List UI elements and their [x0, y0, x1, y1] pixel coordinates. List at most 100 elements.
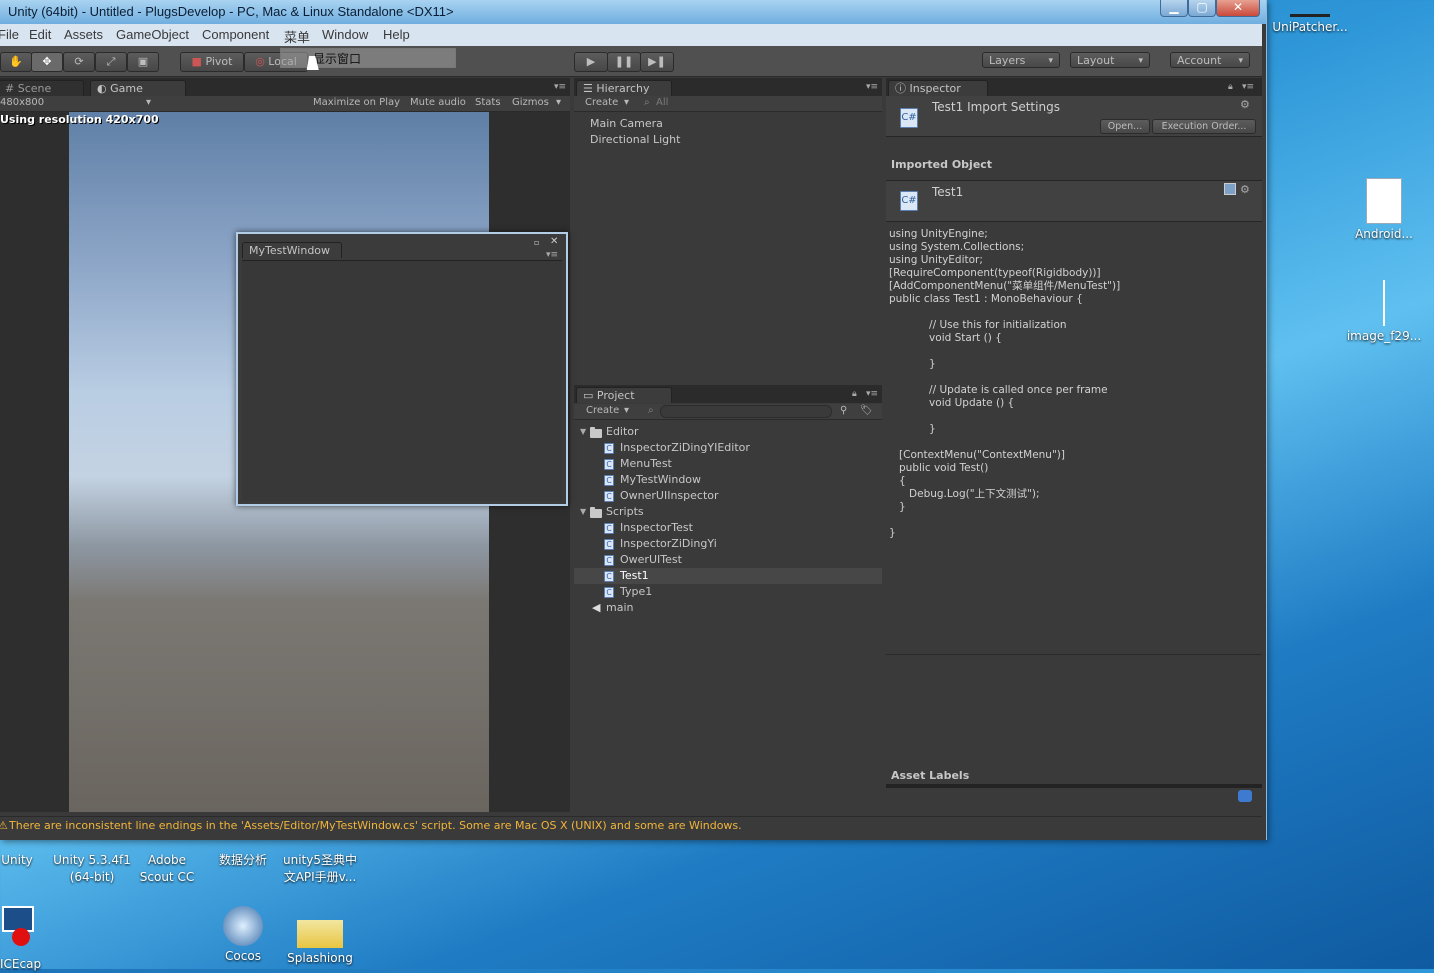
folder-icon	[590, 427, 602, 438]
step-button[interactable]: ▶❚	[640, 52, 674, 72]
stats-toggle[interactable]: Stats	[475, 97, 501, 108]
rect-tool[interactable]: ▣	[127, 52, 159, 72]
inspector-lock-icon[interactable]: 🔒︎	[1228, 82, 1233, 92]
desktop-icon-cocos[interactable]: Cocos	[214, 906, 272, 965]
hierarchy-search-input[interactable]: All	[656, 97, 856, 108]
mute-audio-toggle[interactable]: Mute audio	[410, 97, 466, 108]
desktop-icon-image[interactable]: image_f29...	[1342, 280, 1426, 345]
hierarchy-menu-icon[interactable]: ▾≡	[866, 82, 878, 92]
imported-object-name: Test1	[932, 185, 964, 199]
inspector-menu-icon[interactable]: ▾≡	[1242, 82, 1254, 92]
filter-by-label-icon[interactable]: 🏷︎	[860, 405, 873, 416]
panel-menu-icon[interactable]: ▾≡	[554, 82, 566, 92]
project-toolbar: Create ▾ ⌕ ⚲ 🏷︎	[574, 404, 882, 420]
layout-dropdown[interactable]: Layout	[1070, 52, 1150, 69]
menu-component[interactable]: Component	[202, 27, 269, 42]
desktop-icon-data-analysis[interactable]: 数据分析	[210, 852, 276, 869]
tab-hierarchy[interactable]: ☰ Hierarchy	[576, 80, 672, 96]
settings-gear-icon[interactable]: ⚙	[1240, 98, 1250, 111]
maximize-on-play-toggle[interactable]: Maximize on Play	[313, 97, 400, 108]
hierarchy-list: Main Camera Directional Light	[574, 116, 882, 382]
unity-scene-icon: ◀	[592, 601, 601, 614]
tab-project[interactable]: ▭ Project	[576, 387, 672, 403]
open-button[interactable]: Open...	[1100, 119, 1150, 134]
hierarchy-item-main-camera[interactable]: Main Camera	[590, 116, 663, 132]
maximize-button[interactable]: ▢	[1188, 0, 1216, 17]
cocos-icon	[223, 906, 263, 946]
window-menu-icon[interactable]: ▾≡	[546, 250, 558, 260]
csharp-script-icon: C	[604, 459, 614, 470]
menu-window[interactable]: Window	[322, 27, 368, 42]
menu-custom[interactable]: 菜单	[284, 27, 310, 46]
move-tool[interactable]: ✥	[31, 52, 63, 72]
aspect-dropdown[interactable]: 480x800	[0, 97, 44, 108]
rotate-tool[interactable]: ⟳	[63, 52, 95, 72]
hierarchy-create-dropdown[interactable]: Create	[585, 97, 618, 108]
record-dot-icon	[12, 928, 30, 946]
menu-gameobject[interactable]: GameObject	[116, 27, 189, 42]
desktop-icon-unity534[interactable]: Unity 5.3.4f1 (64-bit)	[52, 852, 132, 886]
imported-object-header: Imported Object	[891, 158, 993, 171]
folder-scripts[interactable]: ▼ Scripts	[580, 504, 880, 520]
project-search-input[interactable]	[660, 405, 832, 418]
scene-icon: #	[5, 82, 15, 95]
project-create-dropdown[interactable]: Create	[586, 405, 619, 416]
desktop-icon-icecap[interactable]: ICEcap	[0, 906, 44, 971]
menu-file[interactable]: File	[0, 27, 19, 42]
main-toolbar: ✋ ✥ ⟳ ⤢ ▣ ■ Pivot ◎ Local 显示窗口 ▶ ❚❚ ▶❚ L…	[0, 46, 1262, 77]
desktop-icon-unity-api[interactable]: unity5圣典中 文API手册v...	[278, 852, 362, 886]
tab-game[interactable]: ◐ Game	[90, 80, 186, 96]
desktop-icon-unity[interactable]: Unity	[0, 852, 34, 869]
title-bar[interactable]: Unity (64bit) - Untitled - PlugsDevelop …	[0, 0, 1266, 24]
account-dropdown[interactable]: Account	[1170, 52, 1250, 69]
project-item-selected[interactable]: C Test1	[574, 568, 882, 584]
floating-window[interactable]: MyTestWindow ▫ ✕ ▾≡	[236, 232, 568, 506]
pivot-toggle[interactable]: ■ Pivot	[180, 52, 244, 72]
game-icon: ◐	[97, 82, 107, 95]
project-menu-icon[interactable]: ▾≡	[866, 389, 878, 399]
csharp-script-icon: C	[604, 443, 614, 454]
project-create-chevron-icon: ▾	[624, 405, 630, 416]
project-lock-icon[interactable]: 🔒︎	[852, 389, 857, 399]
pause-button[interactable]: ❚❚	[607, 52, 641, 72]
menu-edit[interactable]: Edit	[29, 27, 51, 42]
asset-label-tag-icon[interactable]	[1238, 790, 1252, 802]
play-button[interactable]: ▶	[574, 52, 608, 72]
maximize-window-icon[interactable]: ▫	[534, 238, 539, 247]
aspect-chevron-icon: ▾	[146, 97, 152, 108]
status-warning-text: There are inconsistent line endings in t…	[9, 819, 742, 832]
hierarchy-item-directional-light[interactable]: Directional Light	[590, 132, 680, 148]
hand-tool[interactable]: ✋	[0, 52, 32, 72]
minimize-button[interactable]: ▁	[1160, 0, 1188, 17]
menu-assets[interactable]: Assets	[64, 27, 103, 42]
object-gear-icon[interactable]: ⚙	[1240, 183, 1250, 196]
import-settings-title: Test1 Import Settings	[932, 100, 1060, 114]
csharp-script-icon: C	[604, 571, 614, 582]
desktop-icon-splash[interactable]: Splashiong	[284, 906, 356, 967]
folder-icon	[590, 507, 602, 518]
csharp-script-icon: C	[604, 587, 614, 598]
menu-help[interactable]: Help	[383, 27, 410, 42]
filter-by-type-icon[interactable]: ⚲	[840, 405, 847, 416]
splash-icon	[297, 920, 343, 948]
folder-editor[interactable]: ▼ Editor	[580, 424, 880, 440]
scale-tool[interactable]: ⤢	[95, 52, 127, 72]
desktop-icon-android[interactable]: Android...	[1346, 178, 1422, 243]
layers-dropdown[interactable]: Layers	[982, 52, 1060, 69]
close-window-icon[interactable]: ✕	[550, 236, 558, 247]
gizmos-dropdown[interactable]: Gizmos	[512, 97, 549, 108]
maximize-icon: ▢	[1196, 0, 1208, 14]
tab-scene[interactable]: # Scene	[0, 80, 84, 96]
document-icon	[1366, 178, 1402, 224]
execution-order-button[interactable]: Execution Order...	[1152, 119, 1256, 134]
status-bar[interactable]: ⚠ There are inconsistent line endings in…	[0, 816, 1262, 837]
inspector-panel: C# Test1 Import Settings ⚙ Open... Execu…	[886, 96, 1262, 812]
game-toolbar: 480x800 ▾ Maximize on Play Mute audio St…	[0, 96, 570, 112]
tab-mytestwindow[interactable]: MyTestWindow	[242, 242, 342, 258]
csharp-script-icon: C	[604, 491, 614, 502]
help-book-icon[interactable]	[1224, 183, 1236, 195]
desktop-icon-unipatcher[interactable]: UniPatcher...	[1270, 0, 1350, 36]
tab-inspector[interactable]: ⓘ Inspector	[888, 80, 988, 96]
desktop-icon-adobe-scout[interactable]: Adobe Scout CC	[134, 852, 200, 886]
close-button[interactable]: ✕	[1216, 0, 1260, 17]
